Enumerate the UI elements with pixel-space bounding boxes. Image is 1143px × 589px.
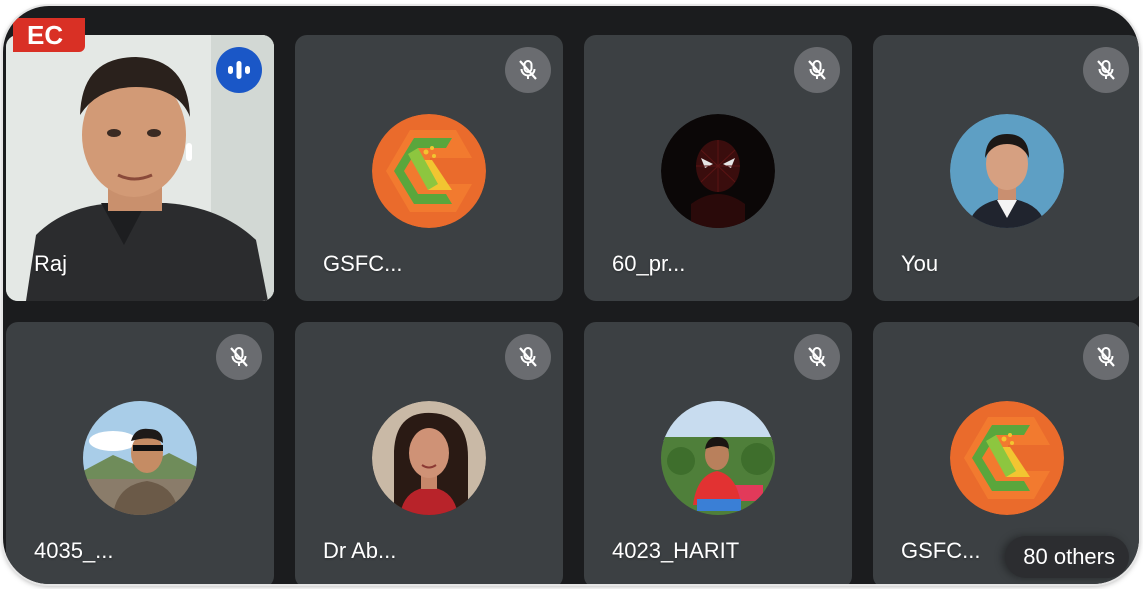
spider-mask-avatar	[661, 114, 775, 228]
participant-tile-raj[interactable]: Raj	[6, 35, 274, 301]
photo-avatar	[372, 401, 486, 515]
participant-name: GSFC...	[901, 538, 981, 563]
participant-tile-4035[interactable]: 4035_...	[6, 322, 274, 584]
participant-tile-4023-harit[interactable]: 4023_HARIT	[584, 322, 852, 584]
gsfc-logo-icon	[372, 114, 486, 228]
mic-off-icon	[216, 334, 262, 380]
photo-avatar	[950, 114, 1064, 228]
photo-avatar	[83, 401, 197, 515]
participant-name: 4035_...	[34, 538, 114, 563]
participant-name: 60_pr...	[612, 251, 686, 276]
recording-badge: EC	[13, 18, 85, 52]
participant-tile-gsfc-2[interactable]: GSFC... 80 others	[873, 322, 1139, 584]
participant-tile-dr-ab[interactable]: Dr Ab...	[295, 322, 563, 584]
mic-off-icon	[794, 47, 840, 93]
participant-name: 4023_HARIT	[612, 538, 740, 563]
participant-tile-60-pr[interactable]: 60_pr...	[584, 35, 852, 301]
mic-off-icon	[1083, 47, 1129, 93]
mic-off-icon	[505, 47, 551, 93]
mic-off-icon	[1083, 334, 1129, 380]
participant-tile-gsfc[interactable]: GSFC...	[295, 35, 563, 301]
photo-avatar	[661, 401, 775, 515]
participant-tile-you[interactable]: You	[873, 35, 1139, 301]
mic-off-icon	[505, 334, 551, 380]
gsfc-logo-icon	[950, 401, 1064, 515]
meeting-grid: EC Raj GSFC... 60_pr... You 4035_... Dr …	[3, 6, 1139, 584]
participant-name: You	[901, 251, 939, 276]
participant-name: GSFC...	[323, 251, 403, 276]
audio-level-icon	[216, 47, 262, 93]
participant-name: Raj	[34, 251, 68, 276]
mic-off-icon	[794, 334, 840, 380]
others-count-button[interactable]: 80 others	[1005, 536, 1129, 578]
participant-name: Dr Ab...	[323, 538, 397, 563]
